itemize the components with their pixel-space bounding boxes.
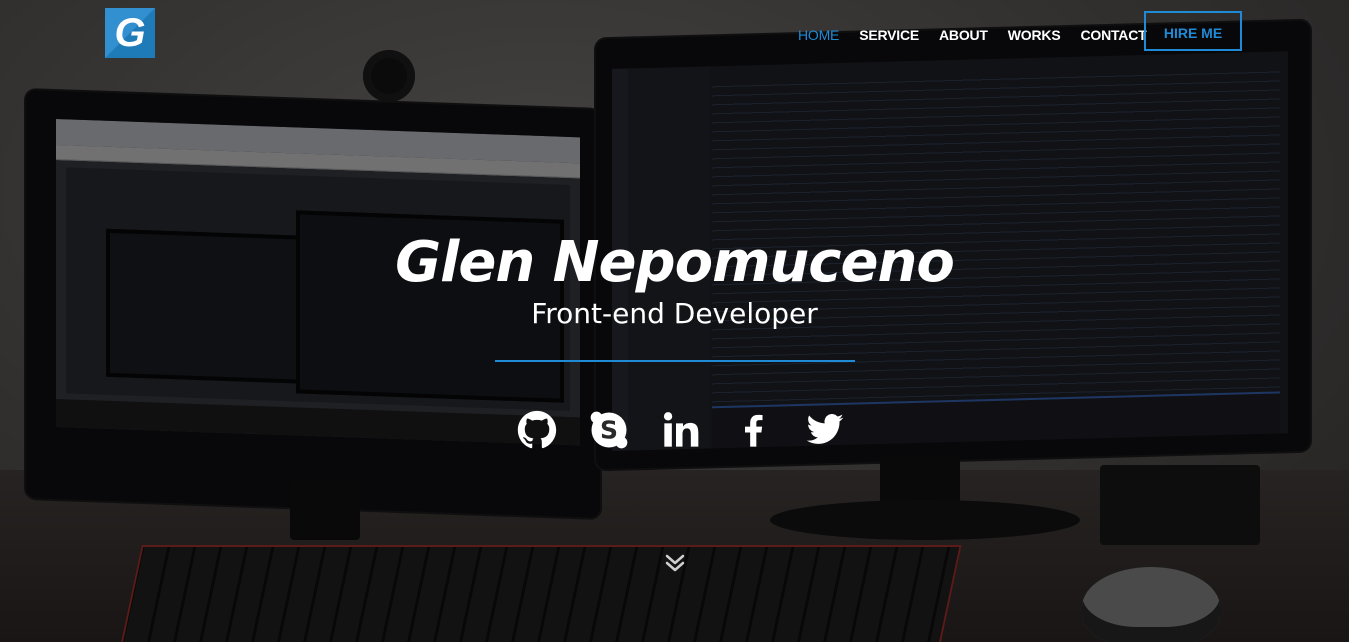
hero-name: Glen Nepomuceno xyxy=(395,230,955,295)
skype-icon[interactable]: S xyxy=(589,410,629,455)
chevron-double-down-icon[interactable] xyxy=(664,552,686,574)
site-logo[interactable]: G xyxy=(105,8,155,58)
nav-home[interactable]: HOME xyxy=(798,27,839,43)
hero-role: Front-end Developer xyxy=(531,297,818,330)
nav-works[interactable]: WORKS xyxy=(1008,27,1061,43)
logo-letter: G xyxy=(114,11,146,55)
social-links: S xyxy=(517,410,877,455)
github-icon[interactable] xyxy=(517,410,557,455)
twitter-icon[interactable] xyxy=(805,410,845,455)
nav-about[interactable]: ABOUT xyxy=(939,27,988,43)
facebook-icon[interactable] xyxy=(733,410,773,455)
linkedin-icon[interactable] xyxy=(661,410,701,455)
nav-contact[interactable]: CONTACT xyxy=(1080,27,1146,43)
nav-service[interactable]: SERVICE xyxy=(859,27,919,43)
main-nav: HOME SERVICE ABOUT WORKS CONTACT xyxy=(798,27,1166,43)
hire-me-button[interactable]: HIRE ME xyxy=(1144,11,1242,51)
hero-divider xyxy=(495,360,855,362)
svg-text:S: S xyxy=(600,415,618,444)
